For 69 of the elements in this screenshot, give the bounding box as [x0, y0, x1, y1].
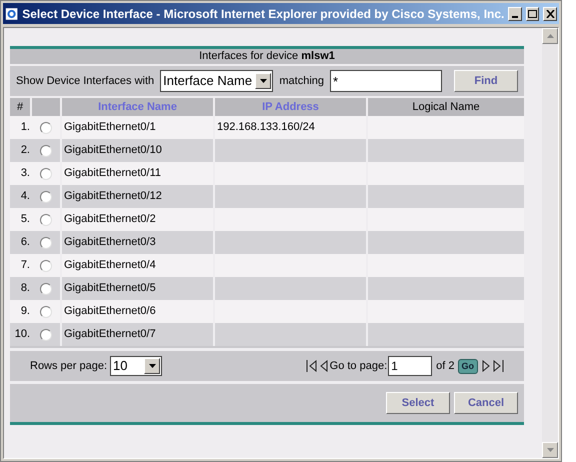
table-row[interactable]: 4. GigabitEthernet0/12 [10, 185, 524, 208]
table-cell-text: GigabitEthernet0/1 [64, 120, 156, 136]
table-cell-text: GigabitEthernet0/4 [64, 258, 156, 274]
goto-label: Go to page: [330, 358, 388, 374]
rows-select[interactable]: 10 [110, 356, 162, 376]
row-number: 2. [20, 143, 30, 158]
field-select[interactable]: Interface Name [160, 70, 274, 92]
table-row[interactable]: 3. GigabitEthernet0/11 [10, 162, 524, 185]
window-title: Select Device Interface - Microsoft Internet Explorer provided by Cisco Systems, Inc. [22, 6, 504, 22]
filter-label: Show Device Interfaces with [16, 74, 154, 89]
match-field[interactable]: * [330, 70, 442, 92]
radio-button[interactable] [40, 214, 52, 226]
radio-button[interactable] [40, 144, 52, 156]
table-row[interactable]: 7. GigabitEthernet0/4 [10, 254, 524, 277]
matching-label: matching [279, 74, 324, 89]
table-row[interactable]: 2. GigabitEthernet0/10 [10, 139, 524, 162]
table-cell-text: GigabitEthernet0/10 [64, 143, 162, 158]
cancel-button[interactable]: Cancel [454, 392, 518, 414]
rows-label: Rows per page: [30, 358, 108, 374]
scroll-down-icon[interactable] [542, 442, 558, 458]
table-row[interactable]: 9. GigabitEthernet0/6 [10, 300, 524, 323]
table-row[interactable]: 10. GigabitEthernet0/7 [10, 323, 524, 346]
scrollbar[interactable] [542, 28, 558, 458]
column-header: Logical Name [368, 98, 524, 116]
last-page-icon[interactable] [493, 360, 504, 372]
page-field[interactable]: 1 [388, 356, 432, 376]
previous-page-icon[interactable] [318, 360, 328, 372]
first-page-icon[interactable] [306, 360, 317, 372]
row-number: 4. [20, 189, 30, 204]
maximize-icon[interactable] [526, 6, 540, 20]
browser-icon [5, 6, 18, 22]
row-number: 1. [20, 120, 30, 136]
radio-button[interactable] [40, 236, 52, 248]
radio-button[interactable] [40, 282, 52, 294]
table-cell-text: GigabitEthernet0/12 [64, 189, 162, 204]
table-cell-text: GigabitEthernet0/7 [64, 327, 156, 342]
row-number: 3. [20, 166, 30, 182]
row-number: 10. [14, 327, 30, 342]
row-number: 7. [20, 258, 30, 274]
next-page-icon[interactable] [482, 360, 491, 372]
table-cell-text: GigabitEthernet0/6 [64, 304, 156, 320]
row-number: 6. [20, 235, 30, 250]
table-cell-text: GigabitEthernet0/3 [64, 235, 156, 250]
scroll-up-icon[interactable] [542, 28, 558, 44]
page-count: of 2 [436, 358, 454, 374]
radio-button[interactable] [40, 328, 52, 340]
select-button[interactable]: Select [386, 392, 450, 414]
column-header: # [10, 98, 32, 116]
radio-button[interactable] [40, 190, 52, 202]
table-cell-text: GigabitEthernet0/11 [64, 166, 162, 182]
minimize-icon[interactable] [508, 6, 522, 20]
table-row[interactable]: 6. GigabitEthernet0/3 [10, 231, 524, 254]
row-number: 9. [20, 304, 30, 320]
table-row[interactable]: 8. GigabitEthernet0/5 [10, 277, 524, 300]
panel-heading: Interfaces for device mlsw1 [199, 49, 335, 64]
table-cell-text: GigabitEthernet0/2 [64, 212, 156, 228]
close-icon[interactable] [543, 6, 557, 20]
table-row[interactable]: 5. GigabitEthernet0/2 [10, 208, 524, 231]
table-row[interactable]: 1. GigabitEthernet0/1 192.168.133.160/24 [10, 116, 524, 139]
table-cell-text: GigabitEthernet0/5 [64, 281, 156, 296]
radio-button[interactable] [40, 260, 52, 272]
table-cell-text: 192.168.133.160/24 [217, 120, 315, 136]
find-button[interactable]: Find [454, 70, 518, 92]
radio-button[interactable] [40, 168, 52, 180]
row-number: 8. [20, 281, 30, 296]
radio-button[interactable] [40, 306, 52, 318]
row-number: 5. [20, 212, 30, 228]
go-button[interactable]: Go [458, 358, 478, 374]
radio-button[interactable] [40, 122, 52, 134]
